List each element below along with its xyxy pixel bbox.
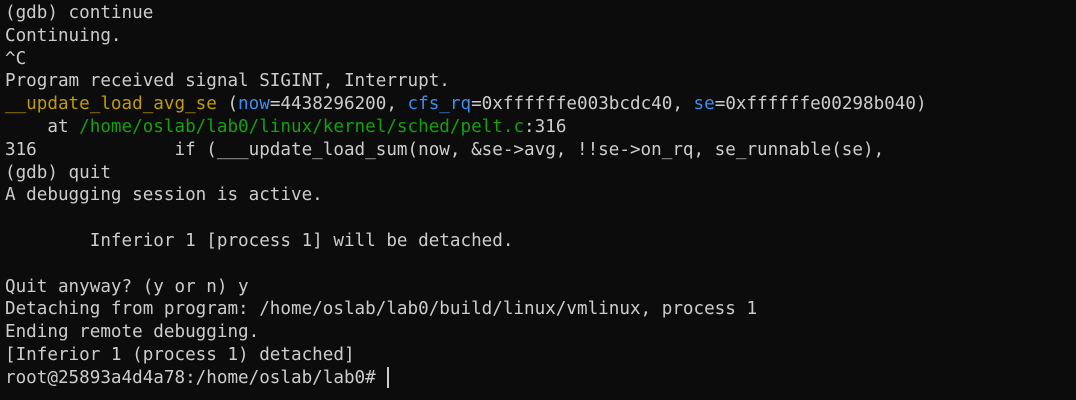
source-location-line: at /home/oslab/lab0/linux/kernel/sched/p… — [5, 116, 1076, 139]
line-text: [Inferior 1 (process 1) detached] — [5, 344, 355, 365]
arg-value-cfs-rq: =0xffffffe003bcdc40, — [471, 94, 694, 115]
line-text: A debugging session is active. — [5, 185, 323, 206]
gdb-continue-command-line: (gdb) continue — [5, 2, 1076, 25]
arg-value-se: =0xffffffe00298b040) — [714, 94, 927, 115]
session-active-line: A debugging session is active. — [5, 184, 1076, 207]
line-text: Continuing. — [5, 25, 122, 46]
arg-value-now: =4438296200, — [269, 94, 408, 115]
line-text: (gdb) quit — [5, 162, 111, 183]
function-name: __update_load_avg_se — [5, 94, 217, 115]
ending-remote-debugging-line: Ending remote debugging. — [5, 321, 1076, 344]
inferior-detach-warning-line: Inferior 1 [process 1] will be detached. — [5, 230, 1076, 253]
shell-prompt: root@25893a4d4a78:/home/oslab/lab0# — [5, 367, 387, 388]
line-text: ^C — [5, 48, 27, 69]
gdb-quit-command-line: (gdb) quit — [5, 162, 1076, 185]
line-text: Ending remote debugging. — [5, 322, 260, 343]
detaching-program-line: Detaching from program: /home/oslab/lab0… — [5, 298, 1076, 321]
arg-name-se: se — [693, 94, 715, 115]
terminal-window[interactable]: (gdb) continue Continuing. ^C Program re… — [0, 0, 1076, 400]
location-prefix: at — [5, 116, 80, 137]
continuing-message-line: Continuing. — [5, 25, 1076, 48]
line-text: Detaching from program: /home/oslab/lab0… — [5, 299, 758, 320]
line-text: Quit anyway? (y or n) y — [5, 276, 249, 297]
line-text: Program received signal SIGINT, Interrup… — [5, 71, 450, 92]
interrupt-keystroke-line: ^C — [5, 48, 1076, 71]
signal-received-line: Program received signal SIGINT, Interrup… — [5, 70, 1076, 93]
text-cursor — [387, 366, 390, 388]
source-file-path: /home/oslab/lab0/linux/kernel/sched/pelt… — [79, 116, 525, 137]
stack-frame-line: __update_load_avg_se (now=4438296200, cf… — [5, 93, 1076, 116]
line-text: (gdb) continue — [5, 3, 154, 23]
shell-prompt-line[interactable]: root@25893a4d4a78:/home/oslab/lab0# — [5, 366, 1076, 390]
quit-confirm-line: Quit anyway? (y or n) y — [5, 276, 1076, 299]
line-text: 316 if (___update_load_sum(now, &se->avg… — [5, 139, 885, 160]
inferior-detached-line: [Inferior 1 (process 1) detached] — [5, 344, 1076, 367]
source-code-line: 316 if (___update_load_sum(now, &se->avg… — [5, 139, 1076, 162]
arg-name-cfs-rq: cfs_rq — [407, 94, 472, 115]
line-text: Inferior 1 [process 1] will be detached. — [5, 230, 514, 251]
terminal-output: (gdb) continue Continuing. ^C Program re… — [5, 2, 1076, 390]
open-paren: ( — [216, 94, 239, 115]
arg-name-now: now — [238, 94, 270, 115]
source-line-number: :316 — [524, 116, 567, 137]
